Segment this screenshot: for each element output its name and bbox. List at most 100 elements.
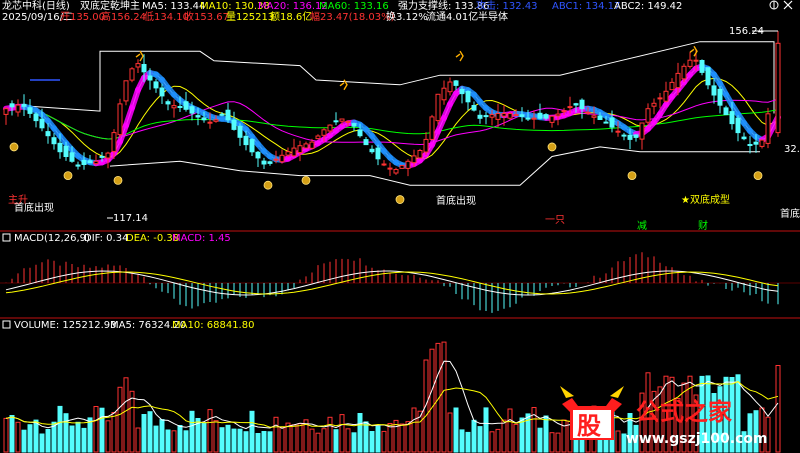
candle-body xyxy=(321,129,327,136)
volume-bar xyxy=(381,430,387,453)
candle-body xyxy=(249,139,255,153)
volume-bar xyxy=(159,419,165,453)
volume-bar xyxy=(489,431,495,453)
volume-bar xyxy=(285,422,291,453)
candle-body xyxy=(411,155,417,164)
ma60-label: MA60: 133.16 xyxy=(319,1,389,12)
money-bag-icon xyxy=(395,195,405,204)
volume-bar xyxy=(309,428,315,453)
candle-body xyxy=(687,59,693,67)
volume-bar xyxy=(15,421,21,453)
candle-body xyxy=(93,160,99,165)
volume-bar xyxy=(555,432,561,453)
high-price-label: 156.24 xyxy=(729,26,764,37)
volume-bar xyxy=(225,424,231,453)
volume-bar xyxy=(201,422,207,453)
volume-bar xyxy=(465,431,471,453)
candle-body xyxy=(303,143,309,149)
candle-body xyxy=(345,120,351,123)
high-label: 高156.24 xyxy=(101,10,146,23)
candle-body xyxy=(501,113,507,117)
volume-bar xyxy=(213,420,219,453)
candle-body xyxy=(759,139,765,147)
candle-body xyxy=(273,158,279,161)
candle-body xyxy=(621,134,627,137)
candle-body xyxy=(195,115,201,118)
candle-body xyxy=(669,81,675,91)
candle-body xyxy=(255,151,261,159)
volume-bar xyxy=(249,410,255,453)
candle-body xyxy=(363,139,369,146)
volume-bar xyxy=(255,433,261,453)
macd-title: MACD(12,26,9) xyxy=(14,233,90,244)
candle-body xyxy=(711,85,717,96)
money-bag-icon xyxy=(9,142,19,152)
candle-body xyxy=(357,129,363,137)
money-bag-icon xyxy=(627,171,637,181)
candle-body xyxy=(381,163,387,166)
attack-label: 攻击: 132.43 xyxy=(476,0,538,12)
candle-body xyxy=(489,114,495,118)
candle-body xyxy=(243,135,249,146)
volume-bar xyxy=(471,419,477,453)
candle-body xyxy=(3,108,9,115)
candle-body xyxy=(219,113,225,116)
volume-bar xyxy=(207,409,213,453)
candle-body xyxy=(543,114,549,119)
volume-bar xyxy=(261,431,267,453)
volume-bar xyxy=(399,423,405,453)
candle-body xyxy=(21,103,27,107)
volume-bar xyxy=(75,421,81,453)
volume-bar xyxy=(537,427,543,453)
candle-body xyxy=(699,60,705,73)
volume-bar xyxy=(453,407,459,453)
candle-body xyxy=(603,121,609,124)
wealth-tag: 财 xyxy=(698,219,708,232)
candle-body xyxy=(387,167,393,170)
candle-body xyxy=(775,42,781,134)
volume-bar xyxy=(105,420,111,453)
candle-body xyxy=(87,160,93,164)
close-label: 收153.67 xyxy=(184,10,229,23)
candle-body xyxy=(147,75,153,81)
volume-bar xyxy=(3,417,9,453)
first-bottom-edge-label: 首底 xyxy=(780,207,800,220)
candle-body xyxy=(525,117,531,120)
money-bag-icon xyxy=(113,176,123,185)
candle-body xyxy=(471,105,477,111)
money-bag-icon xyxy=(63,171,73,181)
candle-body xyxy=(267,161,273,164)
volume-bar xyxy=(45,429,51,453)
candle-body xyxy=(297,145,303,153)
candle-body xyxy=(39,118,45,129)
candle-body xyxy=(285,151,291,156)
volume-bar xyxy=(333,429,339,453)
watermark-brand: 公式之家 xyxy=(636,398,732,426)
volume-bar xyxy=(459,429,465,453)
candle-body xyxy=(75,164,81,167)
candle-body xyxy=(555,113,561,117)
candle-body xyxy=(99,155,105,158)
candle-body xyxy=(27,107,33,114)
stock-chart[interactable]: 龙芯中科(日线) 双底定乾坤主 MA5: 133.44 MA10: 130.38… xyxy=(0,0,800,453)
candle-body xyxy=(717,88,723,106)
volume-bar xyxy=(243,431,249,453)
volume-bar xyxy=(297,423,303,453)
volume-bar xyxy=(111,412,117,453)
candle-body xyxy=(231,119,237,130)
candle-body xyxy=(531,117,537,120)
candle-body xyxy=(735,117,741,134)
candle-body xyxy=(681,65,687,80)
volume-bar xyxy=(321,428,327,453)
first-bottom-label-2: 首底出现 xyxy=(436,194,476,207)
candle-body xyxy=(177,106,183,108)
candle-body xyxy=(141,64,147,73)
volume-bar xyxy=(177,425,183,453)
candle-body xyxy=(573,103,579,106)
candle-body xyxy=(615,130,621,133)
right-price-label: 32.7 xyxy=(784,144,800,155)
mid-tag: 一只 xyxy=(545,215,565,226)
volume-bar xyxy=(357,413,363,453)
candle-body xyxy=(447,81,453,93)
candle-body xyxy=(399,164,405,169)
